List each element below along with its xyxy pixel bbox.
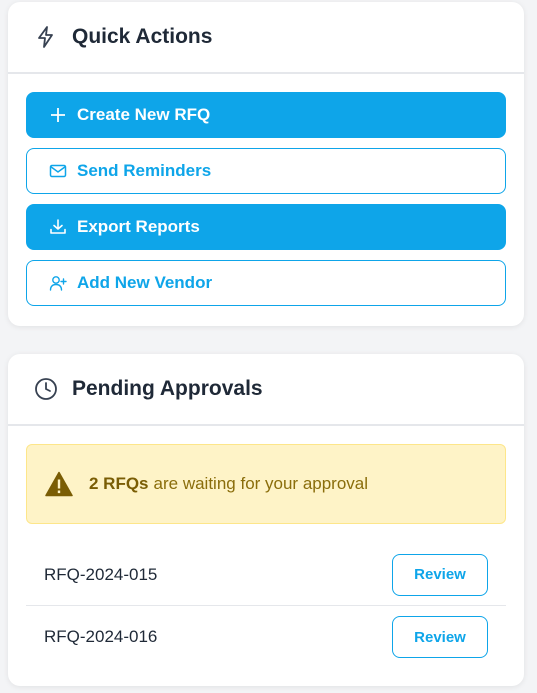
clock-icon: [35, 378, 57, 400]
pending-approvals-card: Pending Approvals 2 RFQs are waiting for…: [8, 354, 524, 686]
send-reminders-button[interactable]: Send Reminders: [26, 148, 506, 194]
lightning-icon: [38, 26, 53, 48]
envelope-icon: [49, 164, 67, 178]
approval-row: RFQ-2024-015 Review: [26, 544, 506, 606]
quick-actions-card: Quick Actions Create New RFQ Send Remind…: [8, 2, 524, 326]
pending-approvals-title: Pending Approvals: [72, 377, 263, 400]
export-reports-button[interactable]: Export Reports: [26, 204, 506, 250]
create-new-rfq-button[interactable]: Create New RFQ: [26, 92, 506, 138]
plus-icon: [51, 108, 65, 122]
quick-actions-list: Create New RFQ Send Reminders Export Rep…: [8, 74, 524, 306]
alert-message: are waiting for your approval: [153, 474, 369, 493]
add-new-vendor-label: Add New Vendor: [77, 273, 213, 292]
add-new-vendor-button[interactable]: Add New Vendor: [26, 260, 506, 306]
review-button[interactable]: Review: [392, 616, 488, 658]
approval-id: RFQ-2024-016: [44, 627, 158, 646]
create-new-rfq-label: Create New RFQ: [77, 105, 211, 124]
approval-row: RFQ-2024-016 Review: [26, 606, 506, 668]
quick-actions-header: Quick Actions: [8, 2, 524, 74]
export-reports-label: Export Reports: [77, 217, 200, 236]
pending-approvals-alert: 2 RFQs are waiting for your approval: [26, 444, 506, 524]
user-plus-icon: [49, 276, 67, 291]
pending-approvals-header: Pending Approvals: [8, 354, 524, 426]
download-icon: [50, 219, 66, 234]
warning-icon: [45, 471, 73, 497]
approval-id: RFQ-2024-015: [44, 564, 158, 584]
alert-count: 2 RFQs: [89, 474, 149, 493]
review-button[interactable]: Review: [392, 553, 488, 596]
quick-actions-title: Quick Actions: [72, 25, 213, 48]
send-reminders-label: Send Reminders: [77, 161, 212, 180]
